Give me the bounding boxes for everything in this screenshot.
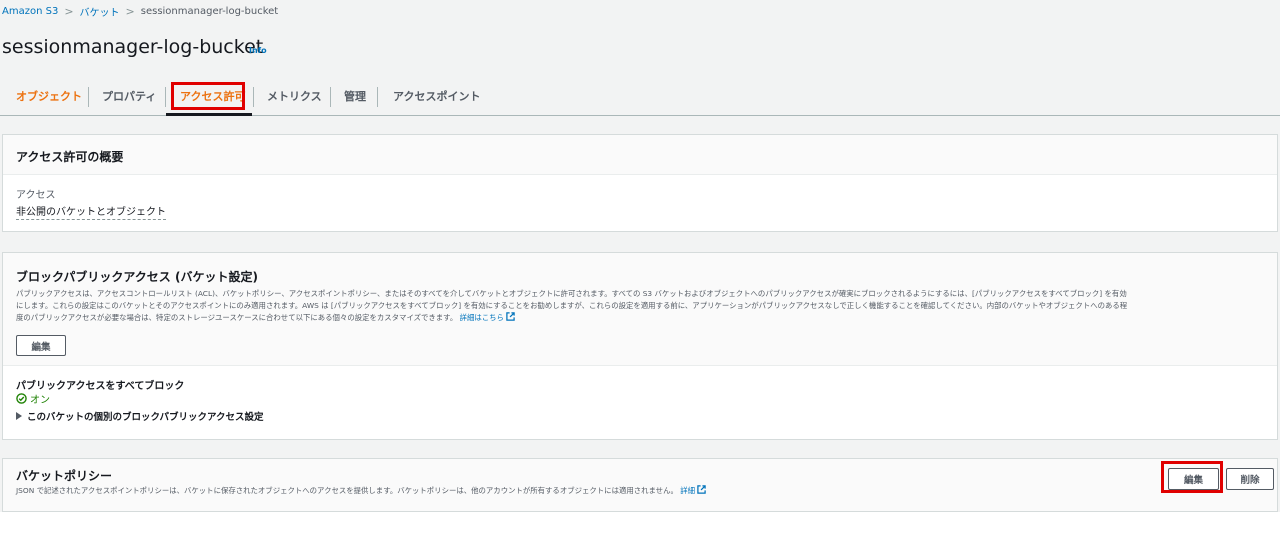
breadcrumb-buckets[interactable]: バケット bbox=[80, 4, 120, 19]
page-footer-area bbox=[0, 512, 1280, 560]
description-line: 度のパブリックアクセスが必要な場合は、特定のストレージユースケースに合わせて以下… bbox=[16, 312, 1274, 324]
caret-right-icon bbox=[16, 412, 22, 420]
breadcrumb: Amazon S3 > バケット > sessionmanager-log-bu… bbox=[2, 4, 278, 19]
panel-body bbox=[3, 365, 1277, 439]
external-link-icon bbox=[506, 312, 515, 321]
description-text: 度のパブリックアクセスが必要な場合は、特定のストレージユースケースに合わせて以下… bbox=[16, 313, 458, 322]
tab-divider bbox=[330, 87, 331, 107]
permissions-overview-panel: アクセス許可の概要 アクセス 非公開のバケットとオブジェクト bbox=[2, 134, 1278, 232]
tab-divider bbox=[165, 87, 166, 107]
tab-metrics[interactable]: メトリクス bbox=[267, 88, 322, 106]
learn-more-link[interactable]: 詳細 bbox=[680, 485, 706, 495]
description-line: にします。これらの設定はこのバケットとそのアクセスポイントにのみ適用されます。A… bbox=[16, 301, 1128, 310]
panel-title: ブロックパブリックアクセス (バケット設定) bbox=[16, 270, 258, 284]
description-line: パブリックアクセスは、アクセスコントロールリスト (ACL)、バケットポリシー、… bbox=[16, 289, 1127, 298]
highlight-box-permissions-tab bbox=[171, 82, 245, 110]
access-label: アクセス bbox=[16, 190, 56, 201]
block-all-status: オン bbox=[16, 391, 50, 406]
tab-divider bbox=[88, 87, 89, 107]
breadcrumb-current-bucket: sessionmanager-log-bucket bbox=[140, 6, 279, 17]
bucket-policy-panel: バケットポリシー JSON で記述されたアクセスポイントポリシーは、バケットに保… bbox=[2, 458, 1278, 512]
bucket-policy-description: JSON で記述されたアクセスポイントポリシーは、バケットに保存されたオブジェク… bbox=[16, 485, 706, 497]
delete-bucket-policy-button[interactable]: 削除 bbox=[1226, 468, 1274, 490]
access-value: 非公開のバケットとオブジェクト bbox=[16, 203, 166, 220]
learn-more-text: 詳細 bbox=[680, 486, 696, 495]
tab-properties[interactable]: プロパティ bbox=[102, 88, 156, 106]
panel-title: バケットポリシー bbox=[16, 469, 113, 483]
learn-more-link[interactable]: 詳細はこちら bbox=[459, 312, 515, 322]
status-text: オン bbox=[30, 395, 50, 406]
breadcrumb-separator: > bbox=[125, 5, 135, 18]
info-link[interactable]: Info bbox=[249, 46, 267, 55]
check-circle-icon bbox=[16, 393, 27, 404]
block-all-label: パブリックアクセスをすべてブロック bbox=[16, 381, 185, 392]
tab-divider bbox=[253, 87, 254, 107]
block-public-access-panel: ブロックパブリックアクセス (バケット設定) パブリックアクセスは、アクセスコン… bbox=[2, 252, 1278, 440]
panel-title: アクセス許可の概要 bbox=[16, 150, 124, 164]
external-link-icon bbox=[697, 485, 706, 494]
page-title: sessionmanager-log-bucket bbox=[2, 36, 264, 58]
breadcrumb-separator: > bbox=[64, 5, 74, 18]
learn-more-text: 詳細はこちら bbox=[459, 313, 504, 322]
highlight-box-edit-policy bbox=[1161, 461, 1223, 493]
description-text: JSON で記述されたアクセスポイントポリシーは、バケットに保存されたオブジェク… bbox=[16, 486, 678, 495]
expand-label: このバケットの個別のブロックパブリックアクセス設定 bbox=[27, 412, 264, 423]
tab-objects[interactable]: オブジェクト bbox=[16, 88, 82, 106]
tab-management[interactable]: 管理 bbox=[344, 88, 366, 106]
active-tab-indicator bbox=[166, 113, 252, 116]
panel-header bbox=[3, 135, 1277, 175]
block-public-description: パブリックアクセスは、アクセスコントロールリスト (ACL)、バケットポリシー、… bbox=[16, 288, 1274, 324]
expand-individual-settings[interactable]: このバケットの個別のブロックパブリックアクセス設定 bbox=[16, 409, 264, 423]
tab-access-points[interactable]: アクセスポイント bbox=[393, 88, 480, 106]
breadcrumb-s3[interactable]: Amazon S3 bbox=[2, 6, 58, 17]
edit-block-public-button[interactable]: 編集 bbox=[16, 335, 66, 356]
tab-divider bbox=[377, 87, 378, 107]
